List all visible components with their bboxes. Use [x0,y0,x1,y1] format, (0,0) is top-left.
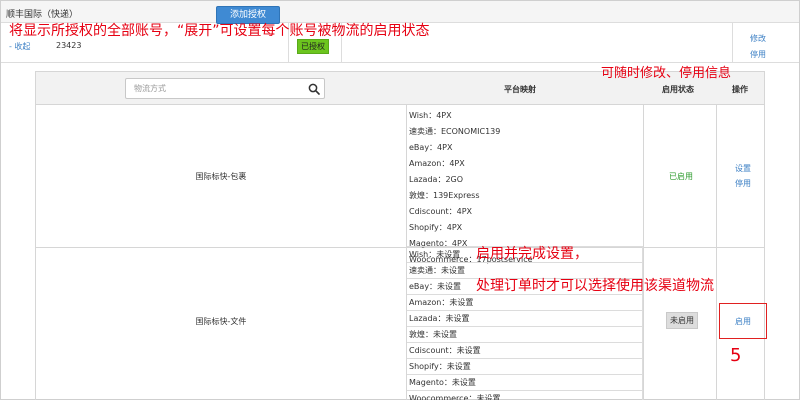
column-header-ops: 操作 [732,85,748,94]
mapping-item: Lazada：2GO [409,175,464,184]
account-disable-link[interactable]: 停用 [750,49,766,60]
mapping-item: Shopify：未设置 [407,359,642,375]
account-edit-link[interactable]: 修改 [750,33,766,44]
column-header-status: 启用状态 [662,85,694,94]
disable-link[interactable]: 停用 [735,178,751,189]
logistics-method-name: 国际标快-文件 [195,317,247,326]
column-header-mapping: 平台映射 [504,85,536,94]
mapping-item: Woocommerce：未设置 [407,391,642,400]
annotation-step-number: 5 [730,345,742,366]
authorized-status-badge: 已授权 [297,39,329,54]
disabled-status-badge: 未启用 [666,312,698,329]
enabled-status: 已启用 [669,172,693,181]
table-row: 国际标快-包裹 Wish：4PX 速卖通：ECONOMIC139 eBay：4P… [36,105,764,264]
carrier-name: 顺丰国际（快递） [6,10,79,20]
account-id: 23423 [56,41,82,50]
table-row: 国际标快-文件 Wish：未设置 速卖通：未设置 eBay：未设置 Amazon… [36,246,764,400]
mapping-item: 敦煌：未设置 [407,327,642,343]
search-box [125,78,325,99]
mapping-item: Magento：未设置 [407,375,642,391]
mapping-item: 敦煌：139Express [409,191,480,200]
collapse-link[interactable]: - 收起 [9,41,30,52]
mapping-item: Wish：4PX [409,111,452,120]
mapping-item: Amazon：4PX [409,159,465,168]
search-icon[interactable] [308,83,320,95]
logistics-search-input[interactable] [126,79,302,98]
logistics-method-name: 国际标快-包裹 [195,172,247,181]
settings-link[interactable]: 设置 [735,163,751,174]
platform-mapping-list: Wish：未设置 速卖通：未设置 eBay：未设置 Amazon：未设置 Laz… [407,246,643,400]
annotation-enable: 启用并完成设置， [476,246,588,262]
mapping-item: eBay：4PX [409,143,453,152]
annotation-order: 处理订单时才可以选择使用该渠道物流 [476,278,714,294]
mapping-item: Amazon：未设置 [407,295,642,311]
mapping-item: 速卖通：ECONOMIC139 [409,127,501,136]
mapping-item: Cdiscount：未设置 [407,343,642,359]
annotation-edit: 可随时修改、停用信息 [601,66,732,81]
mapping-item: Lazada：未设置 [407,311,642,327]
mapping-item: Shopify：4PX [409,223,463,232]
logistics-method-table: 平台映射 启用状态 操作 国际标快-包裹 Wish：4PX 速卖通：ECONOM… [35,71,765,400]
annotation-accounts: 将显示所授权的全部账号，“展开”可设置每个账号被物流的启用状态 [9,23,430,39]
column-divider [732,23,733,63]
highlight-box [719,303,767,339]
mapping-item: Cdiscount：4PX [409,207,473,216]
